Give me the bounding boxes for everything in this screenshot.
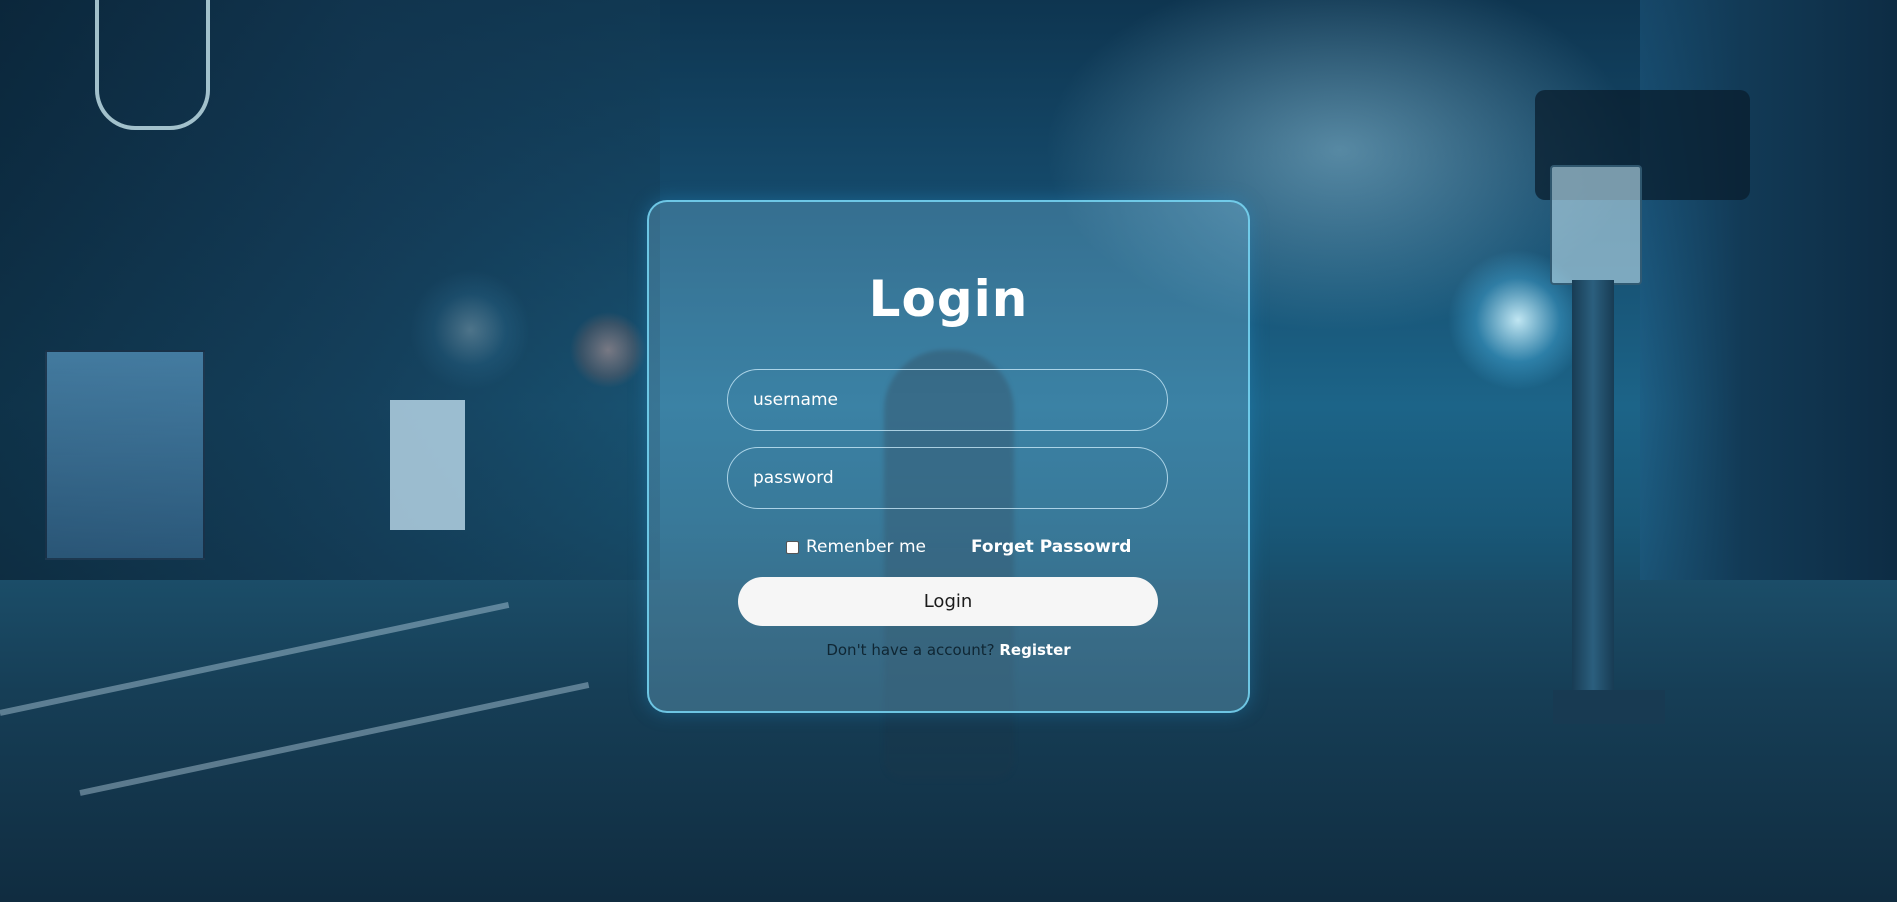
sign-pole <box>1572 280 1614 700</box>
page-title: Login <box>868 270 1029 328</box>
pole-base <box>1553 690 1665 724</box>
remember-me-checkbox[interactable] <box>786 540 799 554</box>
register-link[interactable]: Register <box>999 641 1070 659</box>
one-way-sign <box>1550 165 1642 285</box>
password-input[interactable] <box>727 447 1168 509</box>
storefront-window <box>45 350 205 560</box>
lit-window <box>390 400 465 530</box>
neon-sign <box>95 0 210 130</box>
remember-me-label[interactable]: Remenber me <box>806 537 926 557</box>
register-row: Don't have a account? Register <box>647 641 1250 659</box>
remember-me-row: Remenber me <box>786 537 926 557</box>
username-input[interactable] <box>727 369 1168 431</box>
right-building <box>1640 0 1897 580</box>
register-prompt: Don't have a account? <box>826 641 995 659</box>
login-button[interactable]: Login <box>738 577 1158 626</box>
forgot-password-link[interactable]: Forget Passowrd <box>971 537 1131 557</box>
